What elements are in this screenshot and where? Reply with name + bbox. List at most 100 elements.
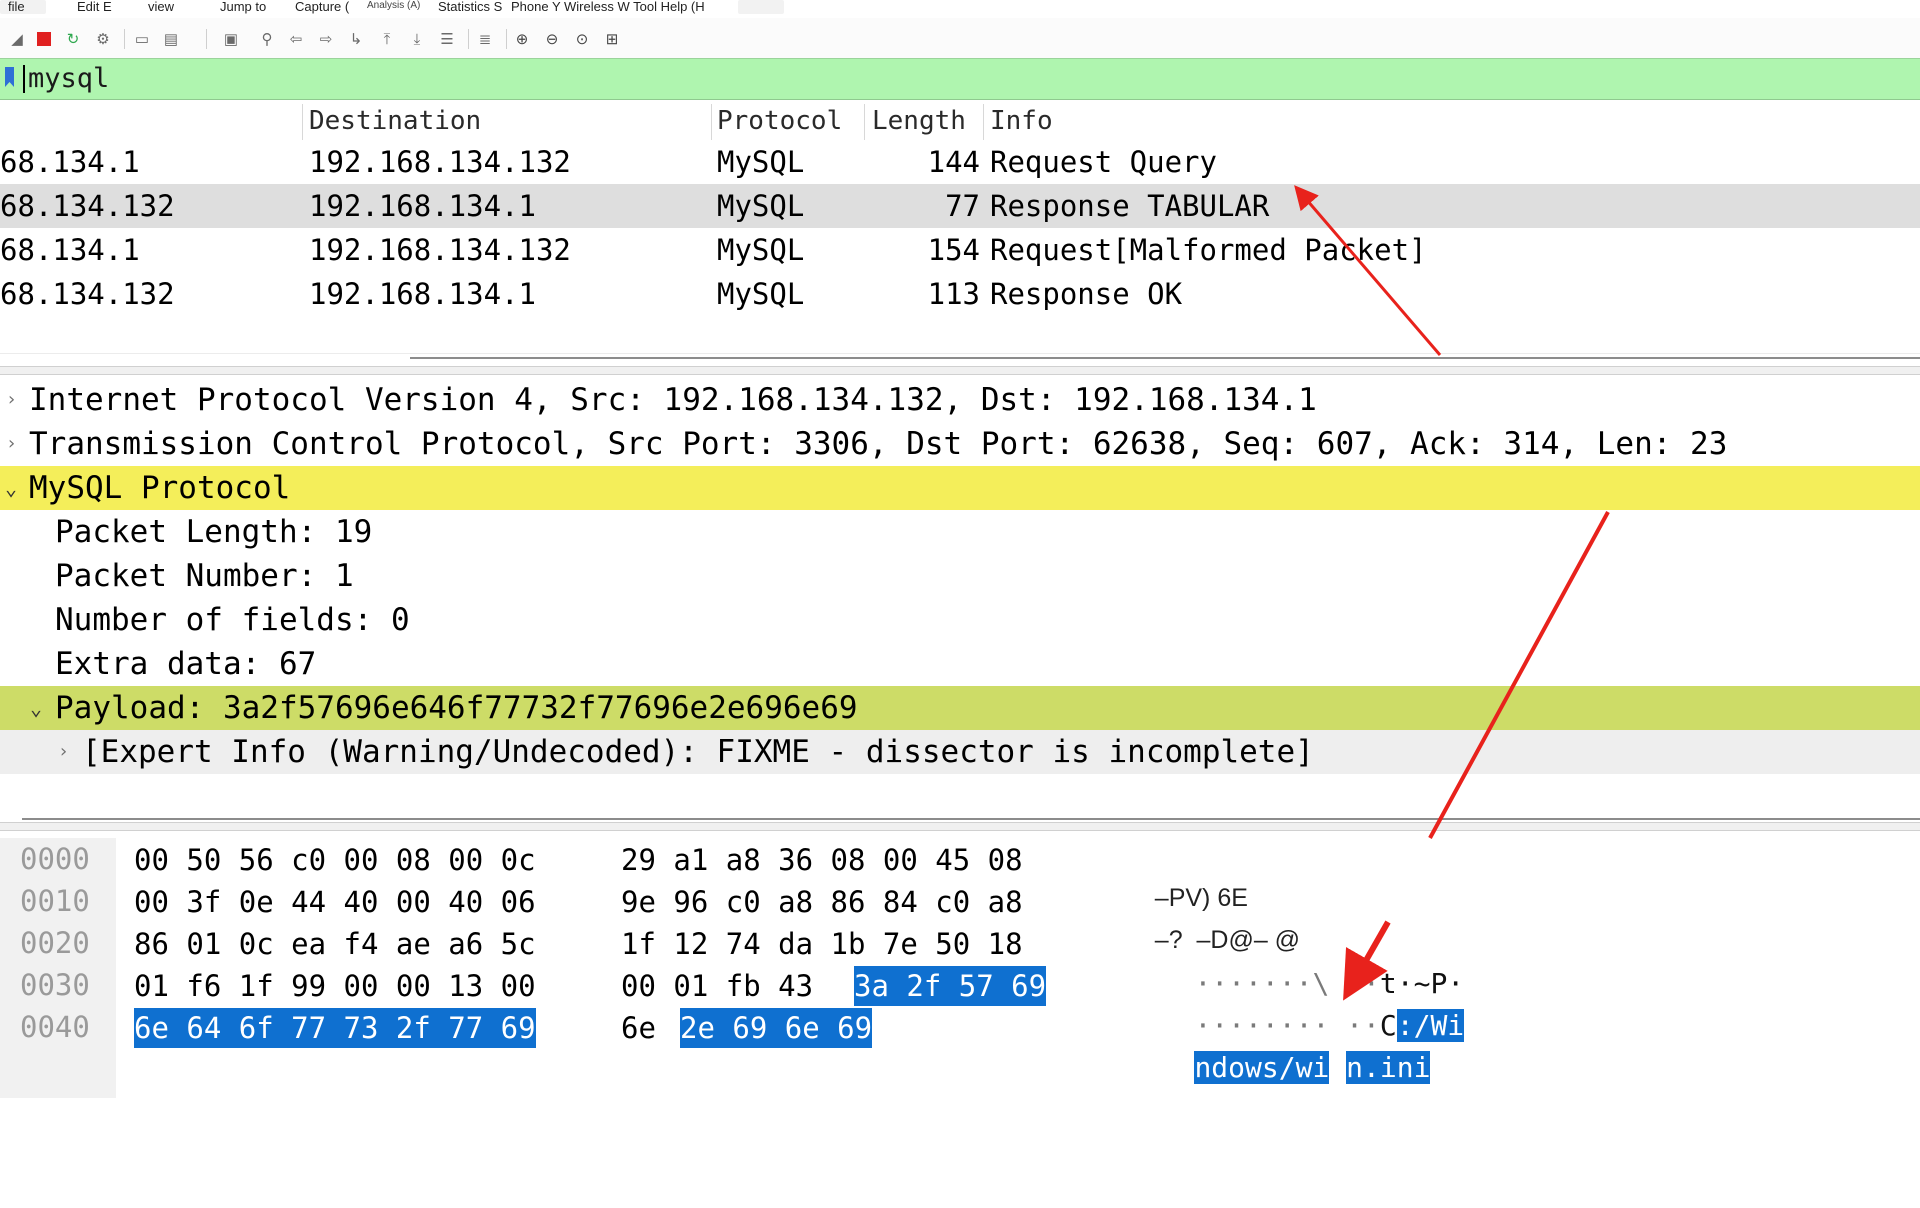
colorize-icon[interactable]: ≣ <box>476 30 494 48</box>
tree-item-label: [Expert Info (Warning/Undecoded): FIXME … <box>82 734 1314 770</box>
autoscroll-icon[interactable]: ☰ <box>438 30 456 48</box>
ascii-text-selected: n <box>1346 1051 1364 1084</box>
zoom-in-icon[interactable]: ⊕ <box>513 30 531 48</box>
bookmark-icon[interactable] <box>5 67 14 87</box>
hex-bytes-selected: 2e 69 6e 69 <box>680 1008 873 1048</box>
packet-destination: 192.168.134.132 <box>309 233 571 267</box>
menu-more[interactable]: Phone Y Wireless W Tool Help (H <box>511 0 705 14</box>
tree-item-label: MySQL Protocol <box>29 470 291 506</box>
byte-offset: 0030 <box>20 968 90 1002</box>
tree-item-label: Number of fields: 0 <box>55 602 410 638</box>
menu-statistics[interactable]: Statistics S <box>438 0 502 14</box>
pane-splitter[interactable] <box>0 366 1920 375</box>
forward-icon[interactable]: ⇨ <box>317 30 335 48</box>
zoom-out-icon[interactable]: ⊖ <box>543 30 561 48</box>
toolbar-separator <box>506 29 507 49</box>
tree-item-label: Packet Number: 1 <box>55 558 354 594</box>
back-icon[interactable]: ⇦ <box>287 30 305 48</box>
packet-source: 68.134.1 <box>0 145 140 179</box>
menu-file[interactable]: file <box>8 0 25 14</box>
hex-bytes: 01 f6 1f 99 00 00 13 00 <box>134 969 536 1003</box>
collapse-arrow-icon[interactable]: ⌄ <box>5 466 17 510</box>
packet-list[interactable]: Destination Protocol Length Info 68.134.… <box>0 100 1920 359</box>
menu-view[interactable]: view <box>148 0 174 14</box>
packet-details-tree[interactable]: › Internet Protocol Version 4, Src: 192.… <box>0 378 1920 820</box>
tree-item-field[interactable]: Number of fields: 0 <box>0 598 1920 642</box>
collapse-arrow-icon[interactable]: ⌄ <box>30 686 42 730</box>
hex-bytes-selected: 3a 2f 57 69 <box>854 966 1047 1006</box>
hex-bytes: 00 01 fb 43 <box>621 969 814 1003</box>
zoom-reset-icon[interactable]: ⊙ <box>573 30 591 48</box>
find-icon[interactable]: ⚲ <box>258 30 276 48</box>
packet-bytes-pane[interactable]: 0000 0010 0020 0030 0040 00 50 56 c0 00 … <box>0 838 1920 1098</box>
resize-columns-icon[interactable]: ⊞ <box>603 30 621 48</box>
tree-item-label: Internet Protocol Version 4, Src: 192.16… <box>29 382 1317 418</box>
packet-length: 144 <box>927 145 980 179</box>
column-header-destination[interactable]: Destination <box>309 100 481 140</box>
expand-arrow-icon[interactable]: › <box>6 378 17 422</box>
ascii-text-selected: ndows/wi <box>1194 1051 1330 1084</box>
toolbar-separator <box>206 29 207 49</box>
packet-protocol: MySQL <box>717 233 805 267</box>
packet-protocol: MySQL <box>717 145 805 179</box>
stop-icon[interactable] <box>35 30 53 48</box>
column-header-protocol[interactable]: Protocol <box>717 100 842 140</box>
horizontal-scrollbar-track <box>0 353 1920 354</box>
packet-protocol: MySQL <box>717 189 805 223</box>
save-icon[interactable]: ▤ <box>162 30 180 48</box>
packet-info: Request[Malformed Packet] <box>990 233 1427 267</box>
ascii-row[interactable]: ndows/wi n.ini <box>1127 1008 1431 1128</box>
hex-bytes: 9e 96 c0 a8 86 84 c0 a8 <box>621 885 1023 919</box>
packet-row[interactable]: 68.134.132 192.168.134.1 MySQL 113 Respo… <box>0 272 1920 316</box>
close-file-icon[interactable]: ▣ <box>222 30 240 48</box>
tree-item-field[interactable]: Packet Number: 1 <box>0 554 1920 598</box>
hex-bytes: 86 01 0c ea f4 ae a6 5c <box>134 927 536 961</box>
pane-splitter[interactable] <box>0 822 1920 831</box>
packet-length: 154 <box>927 233 980 267</box>
last-icon[interactable]: ⤓ <box>408 30 426 48</box>
shark-fin-icon[interactable]: ◢ <box>8 30 26 48</box>
tree-item-field[interactable]: Packet Length: 19 <box>0 510 1920 554</box>
hex-row[interactable]: 6e 64 6f 77 73 2f 77 69 6e 2e 69 6e 69 <box>134 1008 873 1208</box>
options-icon[interactable]: ⚙ <box>94 30 112 48</box>
horizontal-scrollbar[interactable] <box>22 818 1920 820</box>
byte-offset: 0000 <box>20 842 90 876</box>
tree-item-mysql[interactable]: ⌄ MySQL Protocol <box>0 466 1920 510</box>
packet-protocol: MySQL <box>717 277 805 311</box>
restart-icon[interactable]: ↻ <box>64 30 82 48</box>
tree-item-label: Transmission Control Protocol, Src Port:… <box>29 426 1728 462</box>
display-filter-input[interactable]: mysql <box>28 61 109 97</box>
menu-capture[interactable]: Capture ( <box>295 0 349 14</box>
packet-row[interactable]: 68.134.1 192.168.134.132 MySQL 144 Reque… <box>0 140 1920 184</box>
packet-info: Request Query <box>990 145 1217 179</box>
first-icon[interactable]: ⤒ <box>378 30 396 48</box>
hex-bytes: 29 a1 a8 36 08 00 45 08 <box>621 843 1023 877</box>
packet-row-selected[interactable]: 68.134.132 192.168.134.1 MySQL 77 Respon… <box>0 184 1920 228</box>
menu-bar: file Edit E view Jump to Capture ( Analy… <box>0 0 1920 16</box>
packet-row[interactable]: 68.134.1 192.168.134.132 MySQL 154 Reque… <box>0 228 1920 272</box>
packet-destination: 192.168.134.1 <box>309 277 536 311</box>
menu-jump[interactable]: Jump to <box>220 0 266 14</box>
tree-item-expert-info[interactable]: › [Expert Info (Warning/Undecoded): FIXM… <box>0 730 1920 774</box>
column-header-info[interactable]: Info <box>990 100 1053 140</box>
tree-item-payload[interactable]: ⌄ Payload: 3a2f57696e646f77732f77696e2e6… <box>0 686 1920 730</box>
goto-icon[interactable]: ↳ <box>347 30 365 48</box>
ascii-text-selected: .ini <box>1363 1051 1431 1084</box>
hex-bytes: 6e <box>621 1011 656 1045</box>
expand-arrow-icon[interactable]: › <box>58 730 69 774</box>
tree-item-tcp[interactable]: › Transmission Control Protocol, Src Por… <box>0 422 1920 466</box>
packet-length: 113 <box>927 277 980 311</box>
menu-analysis[interactable]: Analysis (A) <box>367 0 420 11</box>
tree-item-field[interactable]: Extra data: 67 <box>0 642 1920 686</box>
open-icon[interactable]: ▭ <box>133 30 151 48</box>
main-toolbar: ◢ ↻ ⚙ ▭ ▤ ▣ ⚲ ⇦ ⇨ ↳ ⤒ ⤓ ☰ ≣ ⊕ ⊖ ⊙ ⊞ <box>0 18 1920 59</box>
tree-item-ipv4[interactable]: › Internet Protocol Version 4, Src: 192.… <box>0 378 1920 422</box>
toolbar-separator <box>124 29 125 49</box>
display-filter-bar[interactable]: mysql <box>0 58 1920 100</box>
menu-edit[interactable]: Edit E <box>77 0 112 14</box>
horizontal-scrollbar[interactable] <box>410 357 1920 359</box>
column-divider <box>302 104 303 140</box>
expand-arrow-icon[interactable]: › <box>6 422 17 466</box>
column-header-length[interactable]: Length <box>872 100 966 140</box>
packet-source: 68.134.132 <box>0 277 175 311</box>
